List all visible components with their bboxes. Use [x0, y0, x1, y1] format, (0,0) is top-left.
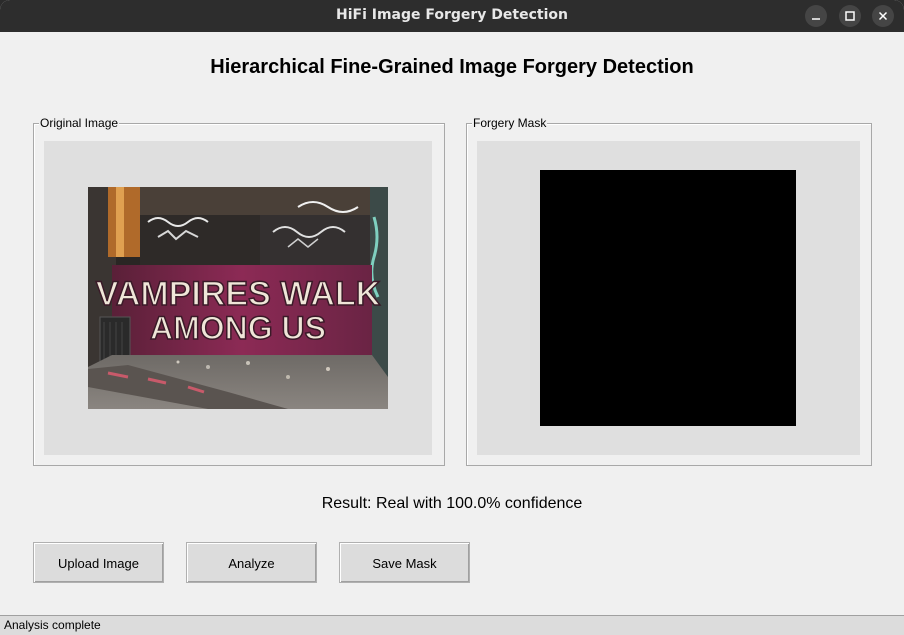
- page-title: Hierarchical Fine-Grained Image Forgery …: [210, 56, 694, 78]
- original-image-panel: Original Image VAMPIRES WALK AMONG US: [33, 116, 445, 466]
- title-bar[interactable]: HiFi Image Forgery Detection: [0, 0, 904, 32]
- result-text: Result: Real with 100.0% confidence: [321, 495, 583, 512]
- upload-image-button[interactable]: Upload Image: [33, 542, 164, 583]
- forgery-mask-image: [540, 170, 796, 426]
- forgery-mask-canvas: [477, 141, 860, 455]
- original-image-label: Original Image: [39, 116, 120, 130]
- graffiti-text-line1: VAMPIRES WALK: [96, 275, 381, 313]
- maximize-button[interactable]: [839, 5, 861, 27]
- maximize-icon: [845, 11, 855, 21]
- window-title: HiFi Image Forgery Detection: [335, 7, 568, 23]
- minimize-button[interactable]: [805, 5, 827, 27]
- close-icon: [878, 11, 888, 21]
- analyze-button[interactable]: Analyze: [186, 542, 317, 583]
- save-mask-button[interactable]: Save Mask: [339, 542, 470, 583]
- status-bar: Analysis complete: [0, 615, 904, 635]
- original-image: VAMPIRES WALK AMONG US: [88, 187, 388, 409]
- forgery-mask-label: Forgery Mask: [472, 116, 548, 130]
- close-button[interactable]: [872, 5, 894, 27]
- original-image-canvas: VAMPIRES WALK AMONG US: [44, 141, 432, 455]
- graffiti-photo: VAMPIRES WALK AMONG US: [88, 187, 388, 409]
- graffiti-text-line2: AMONG US: [150, 310, 326, 346]
- status-text: Analysis complete: [4, 618, 101, 632]
- main-content: Hierarchical Fine-Grained Image Forgery …: [0, 32, 904, 635]
- forgery-mask-panel: Forgery Mask: [466, 116, 872, 466]
- minimize-icon: [812, 18, 820, 20]
- app-window: HiFi Image Forgery Detection Hierarchica…: [0, 0, 904, 635]
